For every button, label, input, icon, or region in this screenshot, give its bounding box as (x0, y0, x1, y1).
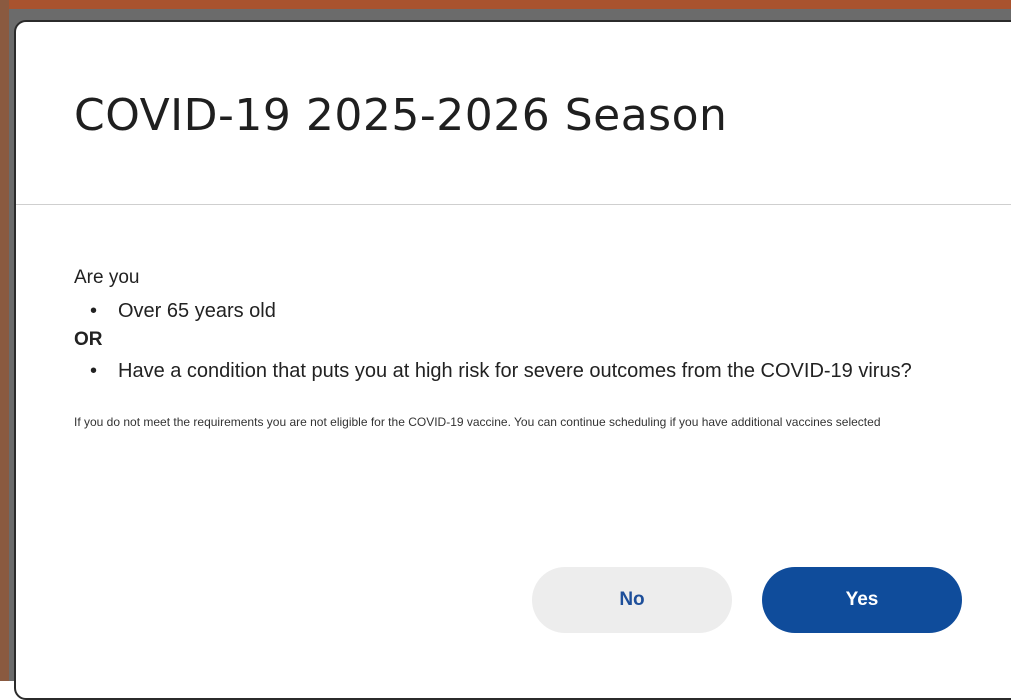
covid-eligibility-dialog: COVID-19 2025-2026 Season Are you • Over… (14, 20, 1011, 700)
or-separator: OR (74, 329, 103, 350)
criteria-age-text: Over 65 years old (118, 300, 276, 322)
dialog-body: Are you • Over 65 years old OR • Have a … (74, 266, 964, 444)
yes-button[interactable]: Yes (762, 567, 962, 633)
criteria-list-1: • Over 65 years old (74, 296, 964, 326)
background-top-strip (0, 0, 1011, 9)
bullet-icon: • (90, 300, 98, 322)
dialog-title: COVID-19 2025-2026 Season (74, 90, 728, 141)
background-left-strip (0, 0, 9, 681)
criteria-item-age: • Over 65 years old (74, 296, 964, 326)
criteria-item-condition: • Have a condition that puts you at high… (74, 356, 958, 386)
dialog-header: COVID-19 2025-2026 Season (16, 22, 1011, 205)
criteria-condition-text: Have a condition that puts you at high r… (118, 360, 912, 382)
criteria-list-2: • Have a condition that puts you at high… (74, 356, 964, 386)
question-intro: Are you (74, 267, 140, 288)
bullet-icon: • (90, 360, 98, 382)
eligibility-disclaimer: If you do not meet the requirements you … (74, 415, 881, 429)
no-button[interactable]: No (532, 567, 732, 633)
